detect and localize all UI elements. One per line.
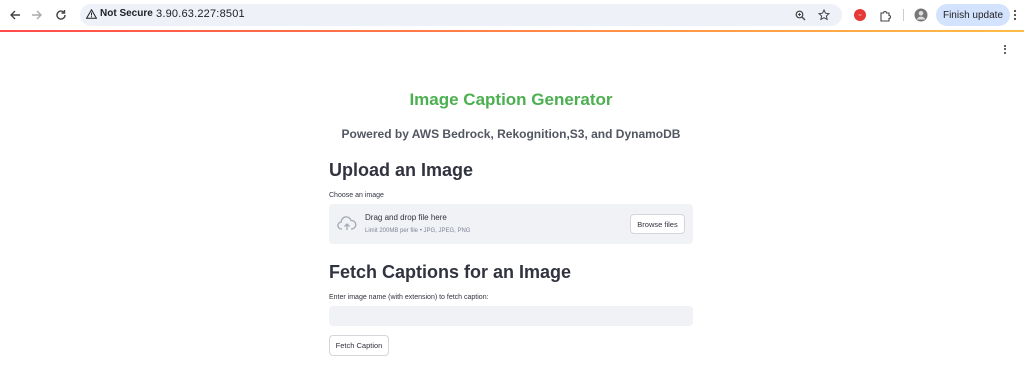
page-subtitle: Powered by AWS Bedrock, Rekognition,S3, …	[341, 127, 681, 141]
extension-badge-icon[interactable]: ~	[851, 6, 869, 24]
cloud-upload-icon	[337, 216, 357, 232]
back-icon[interactable]	[6, 6, 24, 24]
url-text[interactable]: 3.90.63.227:8501	[156, 8, 245, 20]
file-dropzone[interactable]: Drag and drop file here Limit 200MB per …	[329, 204, 693, 244]
dropzone-file-limits: Limit 200MB per file • JPG, JPEG, PNG	[365, 228, 471, 234]
fetch-heading: Fetch Captions for an Image	[329, 262, 572, 282]
zoom-icon[interactable]	[792, 7, 808, 23]
puzzle-extensions-icon[interactable]	[876, 6, 894, 24]
browse-files-button[interactable]: Browse files	[630, 214, 685, 234]
app-main-menu-icon[interactable]	[998, 42, 1012, 56]
forward-icon[interactable]	[28, 6, 46, 24]
security-indicator[interactable]: Not Secure	[86, 8, 153, 19]
svg-text:~: ~	[858, 13, 862, 19]
security-label: Not Secure	[100, 8, 153, 19]
warning-icon	[86, 8, 97, 19]
profile-avatar[interactable]	[912, 6, 930, 24]
address-bar[interactable]: Not Secure 3.90.63.227:8501	[80, 4, 842, 26]
browser-menu-icon[interactable]	[1010, 6, 1020, 24]
dropzone-instructions: Drag and drop file here	[365, 213, 447, 222]
toolbar-divider	[903, 9, 904, 21]
reload-icon[interactable]	[52, 6, 70, 24]
fetch-caption-button[interactable]: Fetch Caption	[329, 335, 389, 356]
bookmark-star-icon[interactable]	[816, 7, 832, 23]
page-title: Image Caption Generator	[409, 90, 613, 109]
upload-heading: Upload an Image	[329, 160, 474, 180]
running-progress-line	[0, 30, 1024, 32]
file-uploader-label: Choose an image	[329, 192, 384, 199]
finish-update-button[interactable]: Finish update	[936, 4, 1010, 26]
image-name-label: Enter image name (with extension) to fet…	[329, 294, 489, 301]
browser-toolbar: Not Secure 3.90.63.227:8501 ~ Finish upd…	[0, 0, 1024, 30]
image-name-input[interactable]	[329, 306, 693, 326]
